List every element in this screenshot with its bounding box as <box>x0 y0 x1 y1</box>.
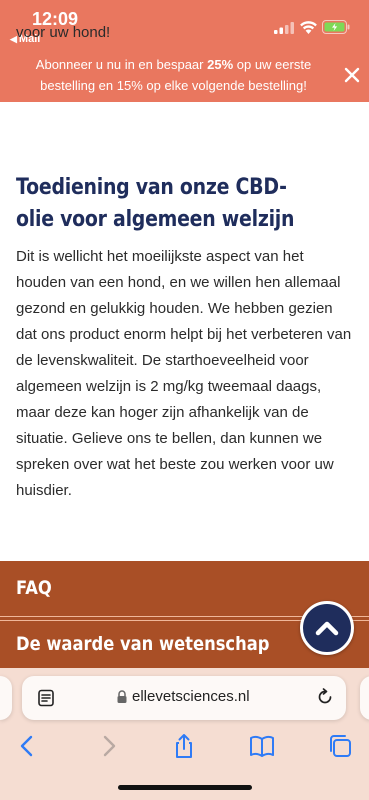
promo-banner: Abonneer u nu in en bespaar 25% op uw ee… <box>0 50 369 102</box>
chevron-up-icon <box>315 621 339 636</box>
scroll-to-top-button[interactable] <box>300 601 354 655</box>
share-icon[interactable] <box>170 732 198 760</box>
promo-text-start: Abonneer u nu in en bespaar <box>35 57 208 72</box>
home-indicator <box>118 785 252 790</box>
section-title: Toediening van onze CBD-olie voor algeme… <box>16 175 295 232</box>
promo-discount-highlight: 25% <box>207 57 234 72</box>
address-bar[interactable]: ellevetsciences.nl <box>22 676 346 720</box>
back-icon[interactable] <box>14 732 42 760</box>
battery-icon <box>322 20 350 34</box>
reader-icon[interactable] <box>36 688 56 708</box>
section-paragraph: Dit is wellicht het moeilijkste aspect v… <box>16 248 352 499</box>
lock-icon <box>117 690 127 703</box>
next-tab-peek[interactable] <box>360 676 369 720</box>
reload-icon[interactable] <box>315 687 335 707</box>
previous-tab-peek[interactable] <box>0 676 12 720</box>
cellular-signal-icon <box>274 22 294 34</box>
close-icon[interactable] <box>343 66 361 84</box>
faq-link[interactable]: FAQ <box>16 577 52 599</box>
browser-toolbar: ellevetsciences.nl <box>0 668 369 800</box>
tabs-icon[interactable] <box>326 732 354 760</box>
value-of-science-link[interactable]: De waarde van wetenschap <box>16 633 269 655</box>
forward-icon[interactable] <box>94 732 122 760</box>
bookmarks-icon[interactable] <box>248 732 276 760</box>
url-text: ellevetsciences.nl <box>132 688 250 705</box>
previous-paragraph-tail: voor uw hond! <box>16 24 111 41</box>
promo-banner-text: Abonneer u nu in en bespaar 25% op uw ee… <box>18 54 329 96</box>
wifi-icon <box>300 21 317 34</box>
